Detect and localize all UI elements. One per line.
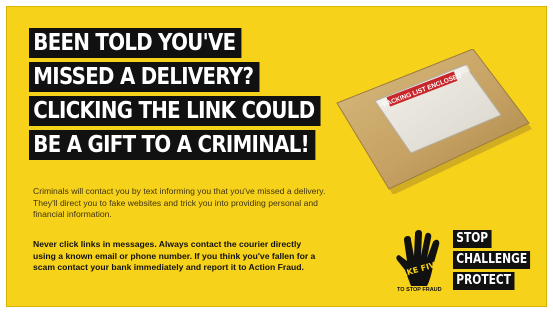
slogan-challenge: CHALLENGE: [453, 251, 531, 269]
slogan: STOP CHALLENGE PROTECT: [453, 230, 546, 293]
to-stop-fraud-text: TO STOP FRAUD: [397, 287, 442, 293]
scam-awareness-poster: BEEN TOLD YOU'VE MISSED A DELIVERY? CLIC…: [6, 6, 547, 307]
slogan-stop: STOP: [453, 230, 492, 248]
take-five-brand: TAKE FIVE TO STOP FRAUD STOP CHALLENGE P…: [389, 230, 531, 298]
advice-text: Never click links in messages. Always co…: [33, 239, 316, 273]
headline-line-3: CLICKING THE LINK COULD: [29, 96, 321, 126]
headline-line-2: MISSED A DELIVERY?: [29, 62, 260, 92]
headline-line-1: BEEN TOLD YOU'VE: [29, 28, 242, 58]
package-image: PACKING LIST ENCLOSED: [336, 49, 532, 194]
headline: BEEN TOLD YOU'VE MISSED A DELIVERY? CLIC…: [29, 28, 368, 164]
headline-line-4: BE A GIFT TO A CRIMINAL!: [29, 130, 315, 160]
take-five-hand-logo: TAKE FIVE: [395, 230, 441, 286]
body-text: Criminals will contact you by text infor…: [33, 186, 326, 220]
slogan-protect: PROTECT: [453, 272, 515, 290]
